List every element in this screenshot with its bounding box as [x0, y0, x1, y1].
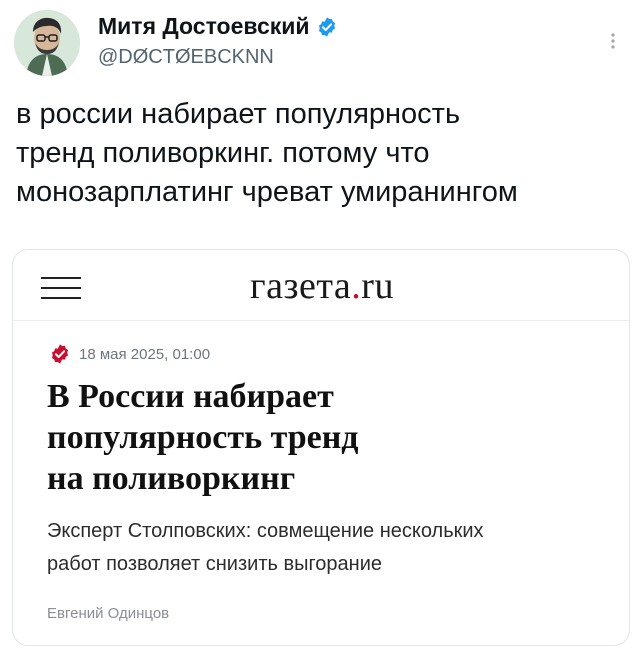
article-author: Евгений Одинцов: [47, 605, 170, 622]
tweet-text: в россии набирает популярность тренд пол…: [16, 98, 518, 208]
verified-badge-icon: [316, 16, 338, 38]
site-logo[interactable]: газета.ru: [13, 264, 629, 308]
article-subtitle: Эксперт Столповских: совмещение нескольк…: [47, 520, 484, 575]
tweet-header: Митя Достоевский @DØCTØEBCKNN: [14, 10, 626, 80]
link-card[interactable]: газета.ru 18 мая 2025, 01:00 В России на…: [12, 249, 630, 646]
display-name[interactable]: Митя Достоевский: [98, 13, 310, 40]
card-divider: [13, 320, 629, 321]
check-badge-icon: [49, 343, 71, 365]
name-row: Митя Достоевский: [98, 13, 338, 40]
article-date: 18 мая 2025, 01:00: [79, 345, 211, 363]
avatar[interactable]: [14, 10, 80, 76]
logo-tld: ru: [361, 265, 394, 307]
article-headline[interactable]: В России набирает популярность тренд на …: [47, 376, 607, 499]
logo-main: газета: [250, 265, 352, 307]
article-meta: 18 мая 2025, 01:00: [49, 343, 210, 365]
logo-dot: .: [351, 265, 362, 307]
avatar-portrait-icon: [14, 10, 80, 76]
handle[interactable]: @DØCTØEBCKNN: [98, 46, 274, 69]
more-vertical-icon[interactable]: [606, 26, 620, 56]
